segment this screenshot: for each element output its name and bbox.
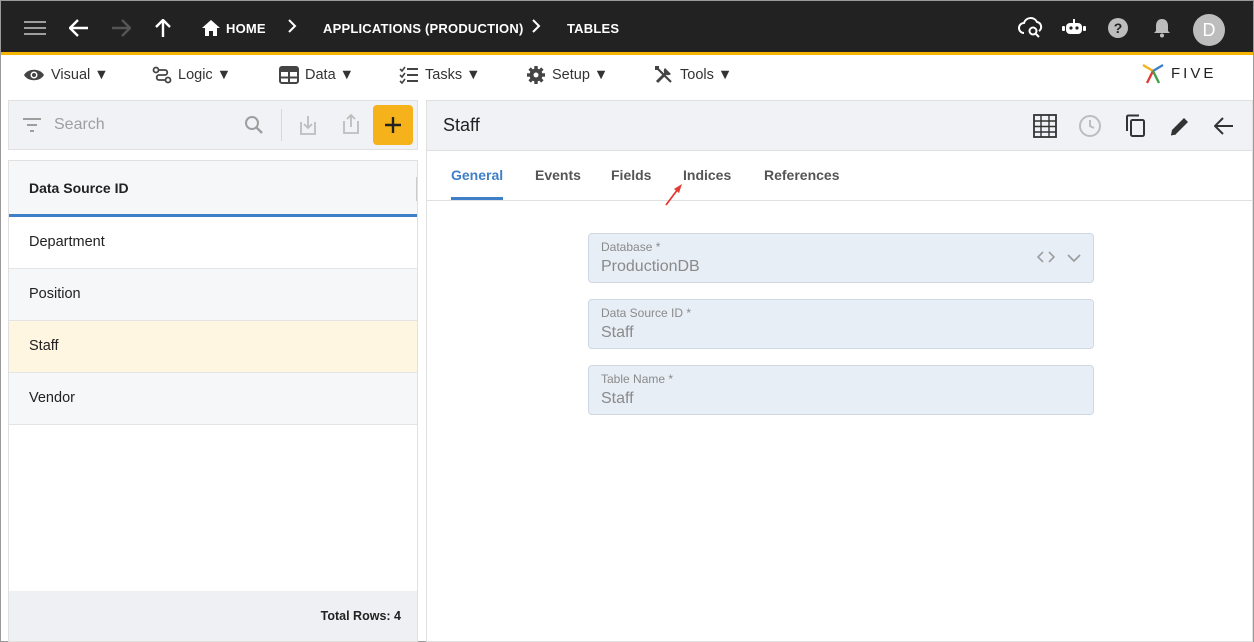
- back-arrow-icon[interactable]: [1210, 112, 1238, 140]
- copy-icon[interactable]: [1121, 112, 1149, 140]
- help-icon[interactable]: ?: [1104, 14, 1132, 42]
- column-header-label: Data Source ID: [29, 180, 129, 196]
- up-arrow-icon[interactable]: [149, 14, 177, 42]
- plus-icon: [385, 117, 401, 133]
- tab-references[interactable]: References: [764, 167, 840, 183]
- detail-tabs: General Events Fields Indices References: [427, 151, 1252, 201]
- bell-icon[interactable]: [1148, 14, 1176, 42]
- detail-header: Staff: [427, 101, 1252, 151]
- menu-logic[interactable]: Logic ▼: [152, 64, 231, 86]
- database-field-value: ProductionDB: [601, 258, 700, 275]
- breadcrumb-tables: TABLES: [567, 21, 620, 36]
- chevron-right-icon: [531, 18, 541, 39]
- tab-fields[interactable]: Fields: [611, 167, 651, 183]
- list-item[interactable]: Vendor: [9, 373, 417, 425]
- back-arrow-icon[interactable]: [65, 14, 93, 42]
- five-logo-icon: [1142, 63, 1164, 84]
- home-icon[interactable]: [197, 14, 225, 42]
- table-grid-icon[interactable]: [1031, 112, 1059, 140]
- menu-tools-label: Tools ▼: [680, 67, 733, 83]
- forward-arrow-icon: [107, 14, 135, 42]
- breadcrumb-applications[interactable]: APPLICATIONS (PRODUCTION): [323, 21, 523, 36]
- record-detail-panel: Staff General Events Fields Indices Refe…: [426, 100, 1253, 642]
- list-item-label: Position: [29, 286, 81, 302]
- table-name-field[interactable]: Table Name * Staff: [588, 365, 1094, 415]
- import-icon[interactable]: [297, 114, 319, 141]
- list-item-label: Staff: [29, 338, 59, 354]
- database-field-label: Database *: [601, 240, 661, 254]
- tab-general[interactable]: General: [451, 167, 503, 183]
- menu-setup-label: Setup ▼: [552, 67, 609, 83]
- export-icon[interactable]: [340, 113, 362, 140]
- robot-chat-icon[interactable]: [1060, 14, 1088, 42]
- user-avatar[interactable]: D: [1193, 14, 1225, 46]
- list-item-label: Department: [29, 234, 105, 250]
- active-tab-indicator: [451, 197, 503, 200]
- table-name-value: Staff: [601, 390, 634, 407]
- logo-text: FIVE: [1171, 64, 1217, 82]
- menu-visual[interactable]: Visual ▼: [23, 64, 109, 86]
- cloud-search-icon[interactable]: [1017, 14, 1045, 42]
- gear-icon: [527, 66, 545, 84]
- tab-events[interactable]: Events: [535, 167, 581, 183]
- menu-tasks-label: Tasks ▼: [425, 67, 481, 83]
- code-brackets-icon[interactable]: [1036, 250, 1056, 268]
- history-clock-icon[interactable]: [1076, 112, 1104, 140]
- menu-visual-label: Visual ▼: [51, 67, 109, 83]
- search-input[interactable]: Search: [54, 116, 105, 134]
- edit-pencil-icon[interactable]: [1166, 112, 1194, 140]
- search-icon[interactable]: [244, 115, 264, 140]
- menu-setup[interactable]: Setup ▼: [526, 64, 608, 86]
- column-resize-handle[interactable]: [416, 177, 417, 201]
- menu-data[interactable]: Data ▼: [279, 64, 354, 86]
- list-column-header[interactable]: Data Source ID: [9, 161, 417, 217]
- list-item-selected[interactable]: Staff: [9, 321, 417, 373]
- menu-logic-label: Logic ▼: [178, 67, 232, 83]
- checklist-icon: [399, 66, 418, 84]
- filter-icon[interactable]: [22, 117, 42, 138]
- list-toolbar: Search: [8, 100, 418, 150]
- menu-data-label: Data ▼: [305, 67, 355, 83]
- menu-tasks[interactable]: Tasks ▼: [399, 64, 480, 86]
- list-footer: Total Rows: 4: [9, 591, 417, 641]
- list-item[interactable]: Department: [9, 217, 417, 269]
- data-source-list: Data Source ID Department Position Staff…: [8, 160, 418, 642]
- tools-icon: [655, 66, 672, 84]
- tab-indices[interactable]: Indices: [683, 167, 731, 183]
- menu-tools[interactable]: Tools ▼: [654, 64, 732, 86]
- top-bar: HOME APPLICATIONS (PRODUCTION) TABLES ? …: [1, 1, 1253, 55]
- svg-text:?: ?: [1114, 20, 1123, 36]
- add-record-button[interactable]: [373, 105, 413, 145]
- data-source-id-label: Data Source ID *: [601, 306, 692, 320]
- menu-bar: Visual ▼ Logic ▼ Data ▼ Tasks ▼ Setup ▼ …: [1, 58, 1253, 92]
- data-source-id-value: Staff: [601, 324, 634, 341]
- table-icon: [279, 66, 299, 84]
- list-item[interactable]: Position: [9, 269, 417, 321]
- chevron-down-icon[interactable]: [1067, 250, 1081, 268]
- table-name-label: Table Name *: [601, 372, 674, 386]
- five-logo: FIVE: [1141, 61, 1216, 85]
- toolbar-divider: [281, 109, 282, 141]
- chevron-right-icon: [287, 18, 297, 39]
- eye-icon: [24, 69, 44, 81]
- page-title: Staff: [443, 115, 480, 135]
- breadcrumb-home[interactable]: HOME: [226, 21, 266, 36]
- hamburger-menu-icon[interactable]: [21, 14, 49, 42]
- flow-icon: [152, 66, 172, 84]
- database-field[interactable]: Database * ProductionDB: [588, 233, 1094, 283]
- total-rows: Total Rows: 4: [320, 609, 401, 623]
- list-item-label: Vendor: [29, 390, 75, 406]
- pointer-arrow-icon: [663, 181, 685, 212]
- data-source-id-field[interactable]: Data Source ID * Staff: [588, 299, 1094, 349]
